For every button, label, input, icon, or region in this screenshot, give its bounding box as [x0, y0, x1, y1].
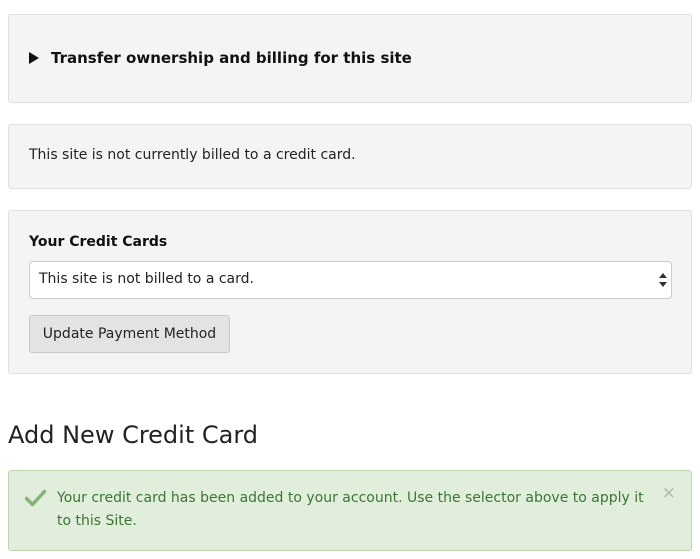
success-alert-message: Your credit card has been added to your … — [57, 490, 644, 529]
credit-cards-panel: Your Credit Cards This site is not bille… — [8, 210, 692, 374]
caret-right-icon[interactable] — [29, 52, 39, 64]
credit-cards-heading: Your Credit Cards — [29, 234, 168, 250]
transfer-panel: Transfer ownership and billing for this … — [8, 14, 692, 103]
billing-status-text: This site is not currently billed to a c… — [29, 147, 356, 163]
update-payment-method-button[interactable]: Update Payment Method — [29, 315, 230, 353]
transfer-toggle[interactable]: Transfer ownership and billing for this … — [29, 49, 412, 67]
up-down-arrows-icon — [659, 273, 667, 287]
close-icon[interactable]: × — [662, 485, 676, 502]
check-icon — [25, 489, 46, 507]
add-new-credit-card-heading: Add New Credit Card — [8, 421, 259, 449]
success-alert: Your credit card has been added to your … — [8, 470, 692, 551]
credit-card-select[interactable]: This site is not billed to a card. — [29, 261, 672, 299]
billing-page: Transfer ownership and billing for this … — [0, 0, 700, 559]
credit-card-select-value: This site is not billed to a card. — [39, 271, 254, 287]
billing-status-panel: This site is not currently billed to a c… — [8, 124, 692, 189]
transfer-label[interactable]: Transfer ownership and billing for this … — [51, 49, 412, 67]
